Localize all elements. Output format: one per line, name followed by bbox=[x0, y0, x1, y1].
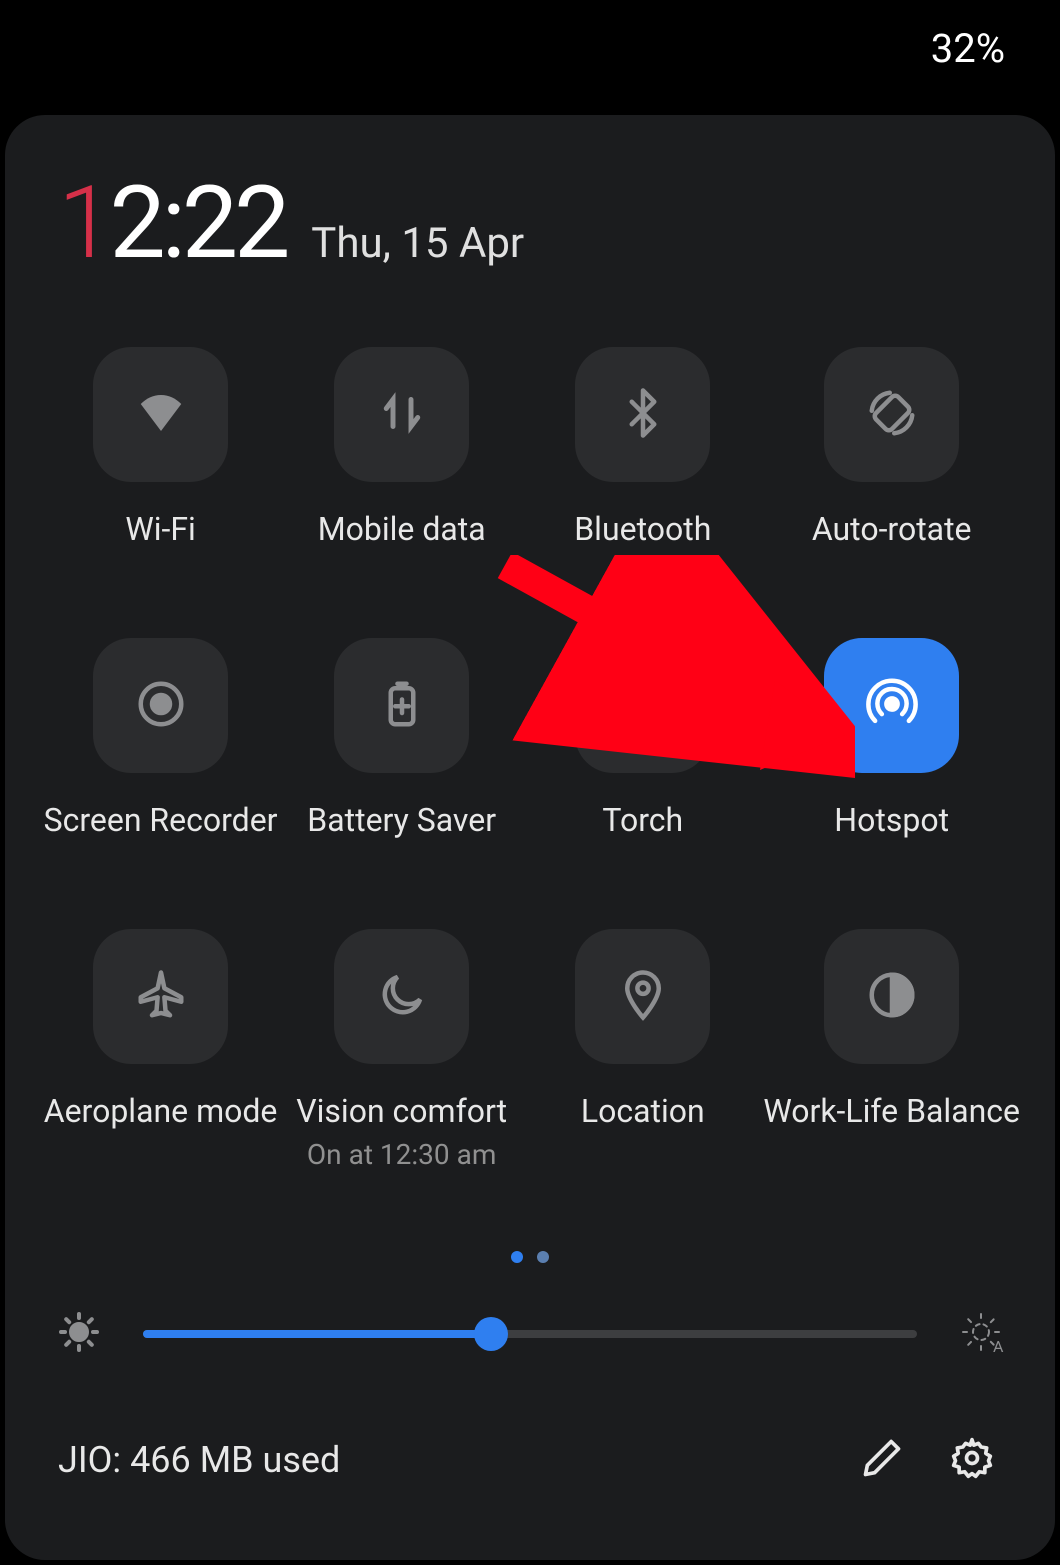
tiles-grid: Wi-Fi Mobile data Bluetooth bbox=[40, 347, 1020, 1171]
tile-screen-recorder: Screen Recorder bbox=[40, 638, 281, 839]
brightness-low-icon[interactable] bbox=[55, 1308, 103, 1360]
tile-sublabel: On at 12:30 am bbox=[307, 1138, 496, 1171]
mobile-data-button[interactable] bbox=[334, 347, 469, 482]
svg-text:A: A bbox=[993, 1337, 1004, 1356]
tile-label: Location bbox=[581, 1092, 705, 1130]
page-indicator[interactable] bbox=[40, 1251, 1020, 1263]
wifi-button[interactable] bbox=[93, 347, 228, 482]
gear-icon bbox=[950, 1436, 994, 1484]
tile-wifi: Wi-Fi bbox=[40, 347, 281, 548]
tile-location: Location bbox=[522, 929, 763, 1171]
tile-bluetooth: Bluetooth bbox=[522, 347, 763, 548]
location-icon bbox=[616, 968, 670, 1026]
tile-label: Screen Recorder bbox=[44, 801, 278, 839]
moon-icon bbox=[375, 968, 429, 1026]
screen-recorder-button[interactable] bbox=[93, 638, 228, 773]
settings-button[interactable] bbox=[942, 1430, 1002, 1490]
tile-aeroplane: Aeroplane mode bbox=[40, 929, 281, 1171]
date[interactable]: Thu, 15 Apr bbox=[311, 219, 524, 268]
edit-button[interactable] bbox=[852, 1430, 912, 1490]
tile-work-life: Work-Life Balance bbox=[763, 929, 1020, 1171]
tile-label: Wi-Fi bbox=[125, 510, 195, 548]
pencil-icon bbox=[860, 1436, 904, 1484]
brightness-thumb[interactable] bbox=[474, 1317, 508, 1351]
battery-percent: 32% bbox=[931, 25, 1005, 72]
auto-rotate-button[interactable] bbox=[824, 347, 959, 482]
tile-label: Hotspot bbox=[834, 801, 949, 839]
tile-label: Bluetooth bbox=[574, 510, 711, 548]
tile-battery-saver: Battery Saver bbox=[281, 638, 522, 839]
work-life-button[interactable] bbox=[824, 929, 959, 1064]
quick-settings-panel: 12:22 Thu, 15 Apr Wi-Fi Mobile data bbox=[5, 115, 1055, 1560]
torch-button[interactable] bbox=[575, 638, 710, 773]
tile-vision-comfort: Vision comfort On at 12:30 am bbox=[281, 929, 522, 1171]
panel-footer: JIO: 466 MB used bbox=[40, 1430, 1020, 1490]
wifi-icon bbox=[134, 386, 188, 444]
work-life-icon bbox=[865, 968, 919, 1026]
tile-label: Battery Saver bbox=[307, 801, 496, 839]
location-button[interactable] bbox=[575, 929, 710, 1064]
tile-label: Vision comfort bbox=[296, 1092, 507, 1130]
vision-comfort-button[interactable] bbox=[334, 929, 469, 1064]
tile-auto-rotate: Auto-rotate bbox=[763, 347, 1020, 548]
time-date-row: 12:22 Thu, 15 Apr bbox=[40, 165, 1020, 282]
hotspot-icon bbox=[865, 677, 919, 735]
bluetooth-button[interactable] bbox=[575, 347, 710, 482]
mobile-data-icon bbox=[375, 386, 429, 444]
tile-hotspot: Hotspot bbox=[763, 638, 1020, 839]
battery-plus-icon bbox=[375, 677, 429, 735]
pager-dot-2 bbox=[537, 1251, 549, 1263]
status-bar: 32% bbox=[0, 0, 1060, 115]
tile-torch: Torch bbox=[522, 638, 763, 839]
brightness-fill bbox=[143, 1330, 491, 1338]
pager-dot-1 bbox=[511, 1251, 523, 1263]
tile-label: Mobile data bbox=[318, 510, 486, 548]
clock[interactable]: 12:22 bbox=[58, 165, 286, 282]
tile-mobile-data: Mobile data bbox=[281, 347, 522, 548]
tile-label: Torch bbox=[602, 801, 683, 839]
aeroplane-icon bbox=[134, 968, 188, 1026]
data-usage[interactable]: JIO: 466 MB used bbox=[58, 1439, 822, 1481]
brightness-auto-icon[interactable]: A bbox=[957, 1308, 1005, 1360]
tile-label: Auto-rotate bbox=[812, 510, 972, 548]
auto-rotate-icon bbox=[865, 386, 919, 444]
tile-label: Work-Life Balance bbox=[763, 1092, 1020, 1130]
brightness-row: A bbox=[40, 1308, 1020, 1360]
tile-label: Aeroplane mode bbox=[44, 1092, 278, 1130]
clock-rest: 2:22 bbox=[109, 165, 286, 282]
bluetooth-icon bbox=[616, 386, 670, 444]
clock-accent-digit: 1 bbox=[58, 165, 109, 282]
torch-icon bbox=[616, 677, 670, 735]
hotspot-button[interactable] bbox=[824, 638, 959, 773]
aeroplane-button[interactable] bbox=[93, 929, 228, 1064]
record-icon bbox=[134, 677, 188, 735]
battery-saver-button[interactable] bbox=[334, 638, 469, 773]
brightness-slider[interactable] bbox=[143, 1330, 917, 1338]
